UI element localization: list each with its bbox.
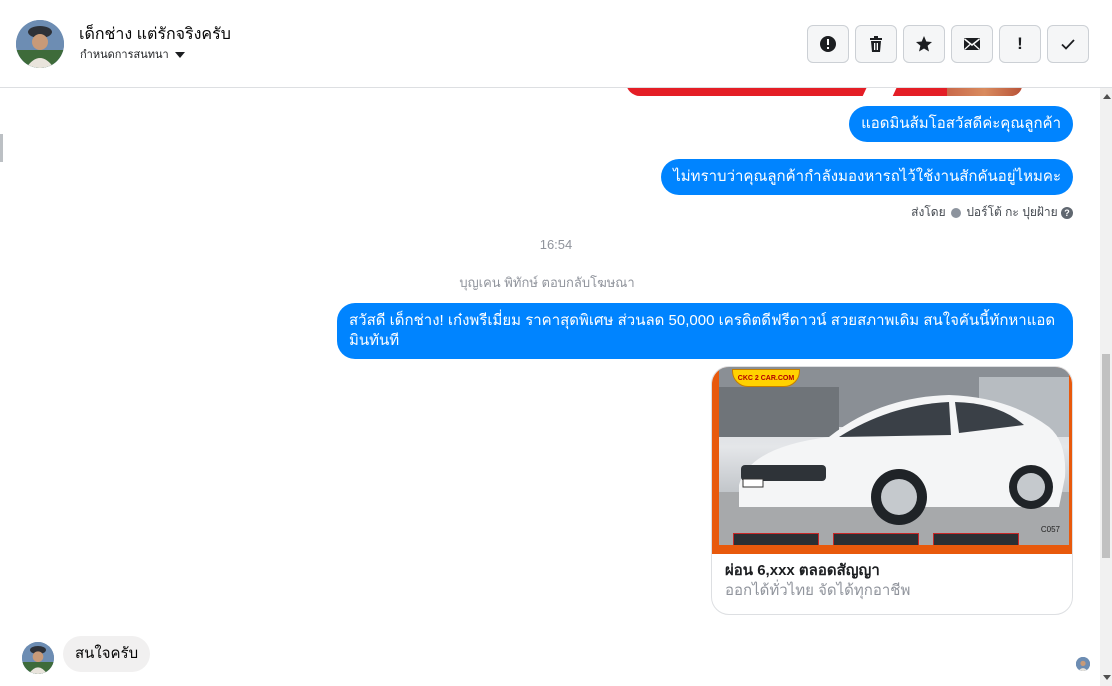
- thumbnail: [833, 533, 919, 545]
- sent-by-note: ส่งโดย ปอร์โต้ กะ ปุยฝ้าย ?: [911, 203, 1073, 222]
- thumbnail: [733, 533, 819, 545]
- contact-avatar[interactable]: [16, 20, 64, 68]
- outgoing-message[interactable]: แอดมินส้มโอสวัสดีค่ะคุณลูกค้า: [849, 106, 1073, 142]
- exclamation-icon: !: [1017, 34, 1023, 53]
- trash-icon: [870, 36, 882, 52]
- sent-by-prefix: ส่งโดย: [911, 205, 946, 219]
- action-toolbar: !: [807, 25, 1089, 63]
- sent-by-name: ปอร์โต้ กะ ปุยฝ้าย: [966, 205, 1058, 219]
- message-thread: แอดมินส้มโอสวัสดีค่ะคุณลูกค้า ไม่ทราบว่า…: [0, 88, 1100, 686]
- car-photo: CKC 2 CAR.COM C057: [719, 367, 1069, 545]
- help-icon[interactable]: ?: [1061, 206, 1073, 219]
- ad-reply-note: บุญเคน พิทักษ์ ตอบกลับโฆษณา: [459, 275, 635, 290]
- contact-name[interactable]: เด็กช่าง แต่รักจริงครับ: [79, 22, 231, 47]
- thumbnail-strip: [733, 533, 1019, 545]
- seen-indicator-avatar: [1076, 657, 1090, 671]
- envelope-icon: [964, 38, 980, 50]
- check-icon: [1061, 39, 1075, 50]
- ad-image: CKC 2 CAR.COM C057: [712, 367, 1072, 554]
- delete-button[interactable]: [855, 25, 897, 63]
- caret-down-icon: [174, 52, 185, 59]
- previous-ad-image: [947, 88, 1022, 96]
- car-illustration: [719, 367, 1069, 545]
- message-timestamp: 16:54: [539, 237, 573, 252]
- conversation-header: เด็กช่าง แต่รักจริงครับ กำหนดการสนทนา !: [0, 0, 1112, 88]
- thread-scrollbar[interactable]: [1100, 88, 1112, 686]
- done-button[interactable]: [1047, 25, 1089, 63]
- sender-avatar[interactable]: [22, 642, 54, 674]
- alert-circle-icon: [820, 36, 836, 52]
- ad-subtitle: ออกได้ทั่วไทย จัดได้ทุกอาชีพ: [725, 582, 911, 599]
- stock-code: C057: [1040, 525, 1060, 534]
- follow-up-button[interactable]: !: [999, 25, 1041, 63]
- conversation-settings-label: กำหนดการสนทนา: [80, 49, 169, 61]
- outgoing-message[interactable]: ไม่ทราบว่าคุณลูกค้ากำลังมองหารถไว้ใช้งาน…: [661, 159, 1073, 195]
- dealer-logo: CKC 2 CAR.COM: [732, 369, 800, 387]
- previous-ad-card[interactable]: [626, 88, 1022, 96]
- star-icon: [916, 36, 932, 52]
- scroll-up-arrow-icon[interactable]: [1103, 94, 1111, 99]
- page-badge-icon: [950, 207, 961, 218]
- star-button[interactable]: [903, 25, 945, 63]
- spam-button[interactable]: [807, 25, 849, 63]
- mark-unread-button[interactable]: [951, 25, 993, 63]
- outgoing-message[interactable]: สวัสดี เด็กช่าง! เก๋งพรีเมี่ยม ราคาสุดพิ…: [337, 303, 1073, 359]
- previous-ad-stripe: [862, 88, 900, 96]
- scrollbar-thumb[interactable]: [1102, 354, 1110, 558]
- thumbnail: [933, 533, 1019, 545]
- ad-card[interactable]: CKC 2 CAR.COM C057 ผ่อน 6,xxx ตลอดสัญญา …: [711, 366, 1073, 615]
- scroll-down-arrow-icon[interactable]: [1103, 675, 1111, 680]
- incoming-message[interactable]: สนใจครับ: [63, 636, 151, 672]
- conversation-settings-dropdown[interactable]: กำหนดการสนทนา: [80, 45, 185, 63]
